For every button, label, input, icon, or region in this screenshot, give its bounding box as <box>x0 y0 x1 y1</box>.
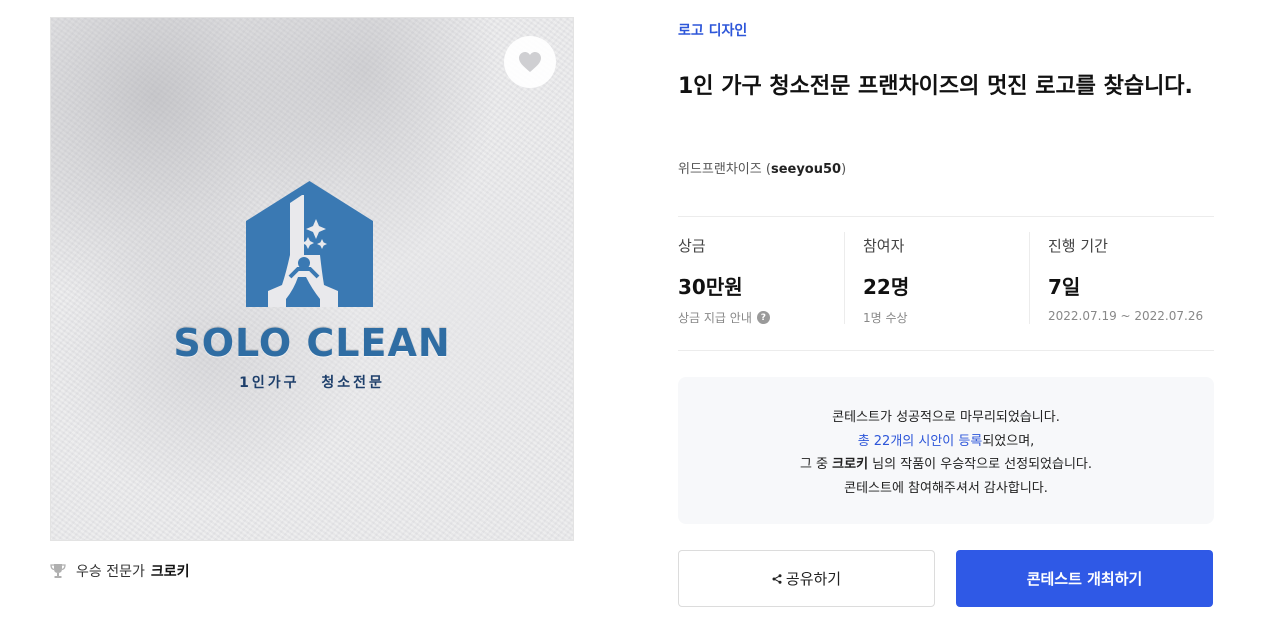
stat-sub: 2022.07.19 ~ 2022.07.26 <box>1048 309 1204 323</box>
divider <box>678 216 1214 217</box>
notice-line: 콘테스트가 성공적으로 마무리되었습니다. <box>832 410 1060 425</box>
question-icon[interactable]: ? <box>756 311 770 324</box>
contest-stats: 상금 30만원 상금 지급 안내 ? 참여자 22명 1명 수상 진행 기간 7… <box>678 232 1214 326</box>
trophy-icon <box>50 564 66 578</box>
category-link[interactable]: 로고 디자인 <box>678 20 747 40</box>
notice-text: 님의 작품이 우승작으로 선정되었습니다. <box>868 457 1093 472</box>
divider <box>678 350 1214 351</box>
share-label: 공유하기 <box>785 570 842 588</box>
notice-line: 그 중 크로키 님의 작품이 우승작으로 선정되었습니다. <box>678 453 1214 477</box>
stat-label: 진행 기간 <box>1048 237 1108 255</box>
stat-value: 7일 <box>1048 275 1081 299</box>
owner-id: seeyou50 <box>770 162 842 177</box>
stat-value: 30만원 <box>678 275 743 299</box>
contest-winning-image: SOLO CLEAN 1인가구 청소전문 <box>50 17 574 541</box>
stat-sub: 상금 지급 안내 <box>678 311 752 325</box>
contest-owner: 위드프랜차이즈 (seeyou50) <box>678 162 847 177</box>
logo-tagline: 1인가구 청소전문 <box>239 375 385 391</box>
stat-sub: 1명 수상 <box>863 311 908 325</box>
heart-icon <box>519 52 541 72</box>
submissions-link[interactable]: 총 22개의 시안이 등록 <box>858 434 983 449</box>
stat-value: 22명 <box>863 275 910 299</box>
notice-line: 콘테스트에 참여해주셔서 감사합니다. <box>844 480 1048 496</box>
contest-title: 1인 가구 청소전문 프랜차이즈의 멋진 로고를 찾습니다. <box>678 74 1193 99</box>
like-button[interactable] <box>504 36 556 88</box>
notice-text: 그 중 <box>799 457 833 472</box>
winner-info: 우승 전문가 크로키 <box>50 560 190 582</box>
owner-name: 위드프랜차이즈 <box>678 162 762 177</box>
host-contest-button[interactable]: 콘테스트 개최하기 <box>956 550 1213 607</box>
winner-name-link[interactable]: 크로키 <box>832 457 868 472</box>
stat-label: 참여자 <box>863 237 905 255</box>
stat-prize: 상금 30만원 상금 지급 안내 ? <box>678 232 844 326</box>
winner-label: 우승 전문가 <box>76 564 145 580</box>
notice-line: 총 22개의 시안이 등록되었으며, <box>678 430 1214 454</box>
notice-text: 되었으며, <box>982 433 1035 449</box>
house-logo-icon <box>246 181 373 307</box>
stat-label: 상금 <box>678 237 706 255</box>
winner-name[interactable]: 크로키 <box>151 561 190 581</box>
share-button[interactable]: 공유하기 <box>678 550 935 607</box>
stat-participants: 참여자 22명 1명 수상 <box>844 232 1029 325</box>
stat-period: 진행 기간 7일 2022.07.19 ~ 2022.07.26 <box>1029 232 1214 324</box>
contest-result-notice: 콘테스트가 성공적으로 마무리되었습니다. 총 22개의 시안이 등록되었으며,… <box>678 377 1214 524</box>
logo-wordmark: SOLO CLEAN <box>173 321 451 365</box>
prize-guide-link[interactable]: 상금 지급 안내 ? <box>678 309 844 326</box>
share-icon <box>772 573 782 584</box>
